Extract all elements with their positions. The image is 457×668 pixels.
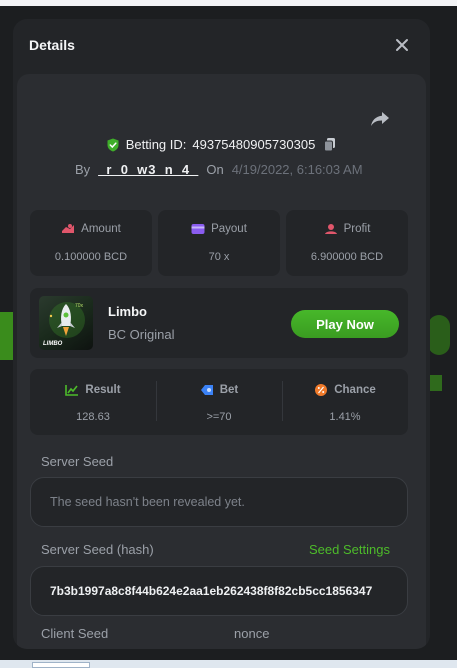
username-link[interactable]: _r_0_w3_n_4_ — [98, 162, 198, 177]
chance-value: 1.41% — [329, 411, 361, 423]
chance-stat: Chance 1.41% — [282, 369, 408, 435]
nonce-label: nonce — [234, 626, 270, 641]
bet-label: Bet — [219, 384, 239, 396]
payout-icon — [191, 224, 205, 234]
modal-body: Betting ID: 49375480905730305 By _r_0_w3… — [17, 74, 426, 649]
share-icon[interactable] — [369, 110, 391, 128]
svg-text:70x: 70x — [75, 303, 84, 309]
background-green-block — [0, 312, 14, 360]
shield-check-icon — [107, 138, 119, 151]
result-value: 128.63 — [76, 411, 110, 423]
server-seed-field[interactable]: The seed hasn't been revealed yet. — [30, 477, 408, 527]
taskbar-strip — [0, 660, 457, 668]
modal-title: Details — [29, 37, 75, 53]
server-seed-label: Server Seed — [41, 454, 114, 469]
result-stat: Result 128.63 — [30, 369, 156, 435]
background-top-bar — [0, 0, 457, 6]
bet-summary: Amount 0.100000 BCD Payout 70 x Profit 6… — [30, 210, 408, 276]
game-thumbnail[interactable]: 70x LIMBO — [39, 296, 93, 350]
bet-value: >=70 — [206, 411, 232, 423]
game-name: Limbo — [108, 304, 147, 319]
payout-label: Payout — [211, 223, 247, 235]
bet-stat: Bet >=70 — [156, 369, 282, 435]
by-label: By — [75, 162, 91, 177]
profit-label: Profit — [343, 223, 371, 235]
bet-date: 4/19/2022, 6:16:03 AM — [231, 162, 363, 177]
copy-icon[interactable] — [323, 137, 337, 152]
amount-label: Amount — [81, 223, 121, 235]
seed-settings-link[interactable]: Seed Settings — [309, 542, 390, 557]
client-seed-label: Client Seed — [41, 626, 109, 641]
amount-stat: Amount 0.100000 BCD — [30, 210, 152, 276]
server-hash-label: Server Seed (hash) — [41, 542, 154, 557]
close-icon[interactable] — [393, 36, 411, 54]
bet-author-row: By _r_0_w3_n_4_ On 4/19/2022, 6:16:03 AM — [75, 162, 363, 177]
background-green-block-2 — [428, 375, 442, 391]
game-card: 70x LIMBO Limbo BC Original Play Now — [30, 288, 408, 358]
details-modal: Details Betting ID: 49375480905730305 By… — [13, 19, 430, 649]
result-label: Result — [85, 384, 121, 396]
result-chart-icon — [65, 385, 79, 396]
amount-icon — [62, 224, 75, 233]
modal-header: Details — [13, 19, 430, 71]
amount-value: 0.100000 BCD — [54, 251, 128, 263]
payout-stat: Payout 70 x — [158, 210, 280, 276]
profit-stat: Profit 6.900000 BCD — [286, 210, 408, 276]
percent-icon — [315, 384, 328, 396]
bet-tag-icon — [200, 385, 213, 395]
chance-label: Chance — [334, 384, 376, 396]
background-green-button — [428, 315, 450, 355]
betting-id-row: Betting ID: 49375480905730305 — [17, 137, 426, 152]
game-provider: BC Original — [108, 327, 175, 342]
betting-id-label: Betting ID: — [125, 137, 187, 152]
payout-value: 70 x — [208, 251, 230, 263]
betting-id-value: 49375480905730305 — [192, 137, 316, 152]
profit-icon — [324, 224, 337, 234]
play-now-button[interactable]: Play Now — [291, 310, 399, 338]
result-stats: Result 128.63 Bet >=70 Chance 1.41% — [30, 369, 408, 435]
taskbar-tab[interactable] — [32, 662, 90, 668]
thumb-label: LIMBO — [43, 341, 63, 347]
profit-value: 6.900000 BCD — [310, 251, 384, 263]
server-hash-field[interactable]: 7b3b1997a8c8f44b624e2aa1eb262438f8f82cb5… — [30, 566, 408, 616]
on-label: On — [206, 162, 224, 177]
